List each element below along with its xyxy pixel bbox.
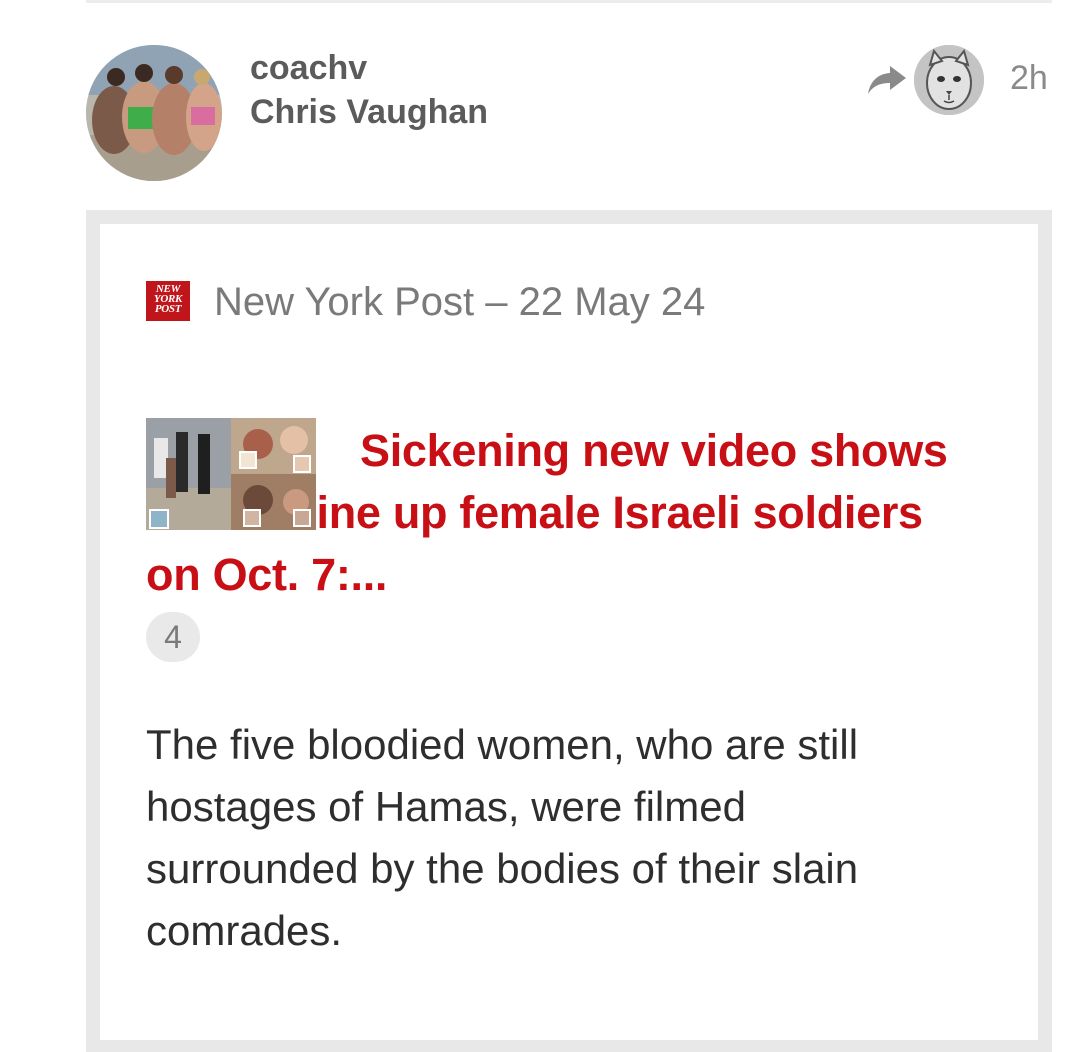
cat-drawing-icon — [914, 45, 984, 115]
post-header: coachv Chris Vaughan 2h — [0, 0, 1080, 205]
display-name[interactable]: Chris Vaughan — [250, 94, 488, 130]
logo-line-3: POST — [154, 303, 182, 315]
comment-count-badge[interactable]: 4 — [146, 612, 200, 662]
post-timestamp: 2h — [1010, 59, 1048, 97]
username[interactable]: coachv — [250, 50, 367, 86]
collage-image-icon — [146, 418, 316, 530]
article-thumbnail[interactable] — [146, 418, 316, 530]
source-and-date: New York Post – 22 May 24 — [214, 280, 706, 324]
article-excerpt: The five bloodied women, who are still h… — [146, 721, 859, 954]
post-screen: coachv Chris Vaughan 2h NEW YORK POST Ne… — [0, 0, 1080, 1052]
reposter-avatar[interactable] — [914, 45, 984, 115]
nypost-logo-icon: NEW YORK POST — [146, 281, 190, 321]
avatar-photo-icon — [86, 45, 222, 181]
reshare-arrow-icon — [866, 62, 908, 98]
user-avatar[interactable] — [86, 45, 222, 181]
